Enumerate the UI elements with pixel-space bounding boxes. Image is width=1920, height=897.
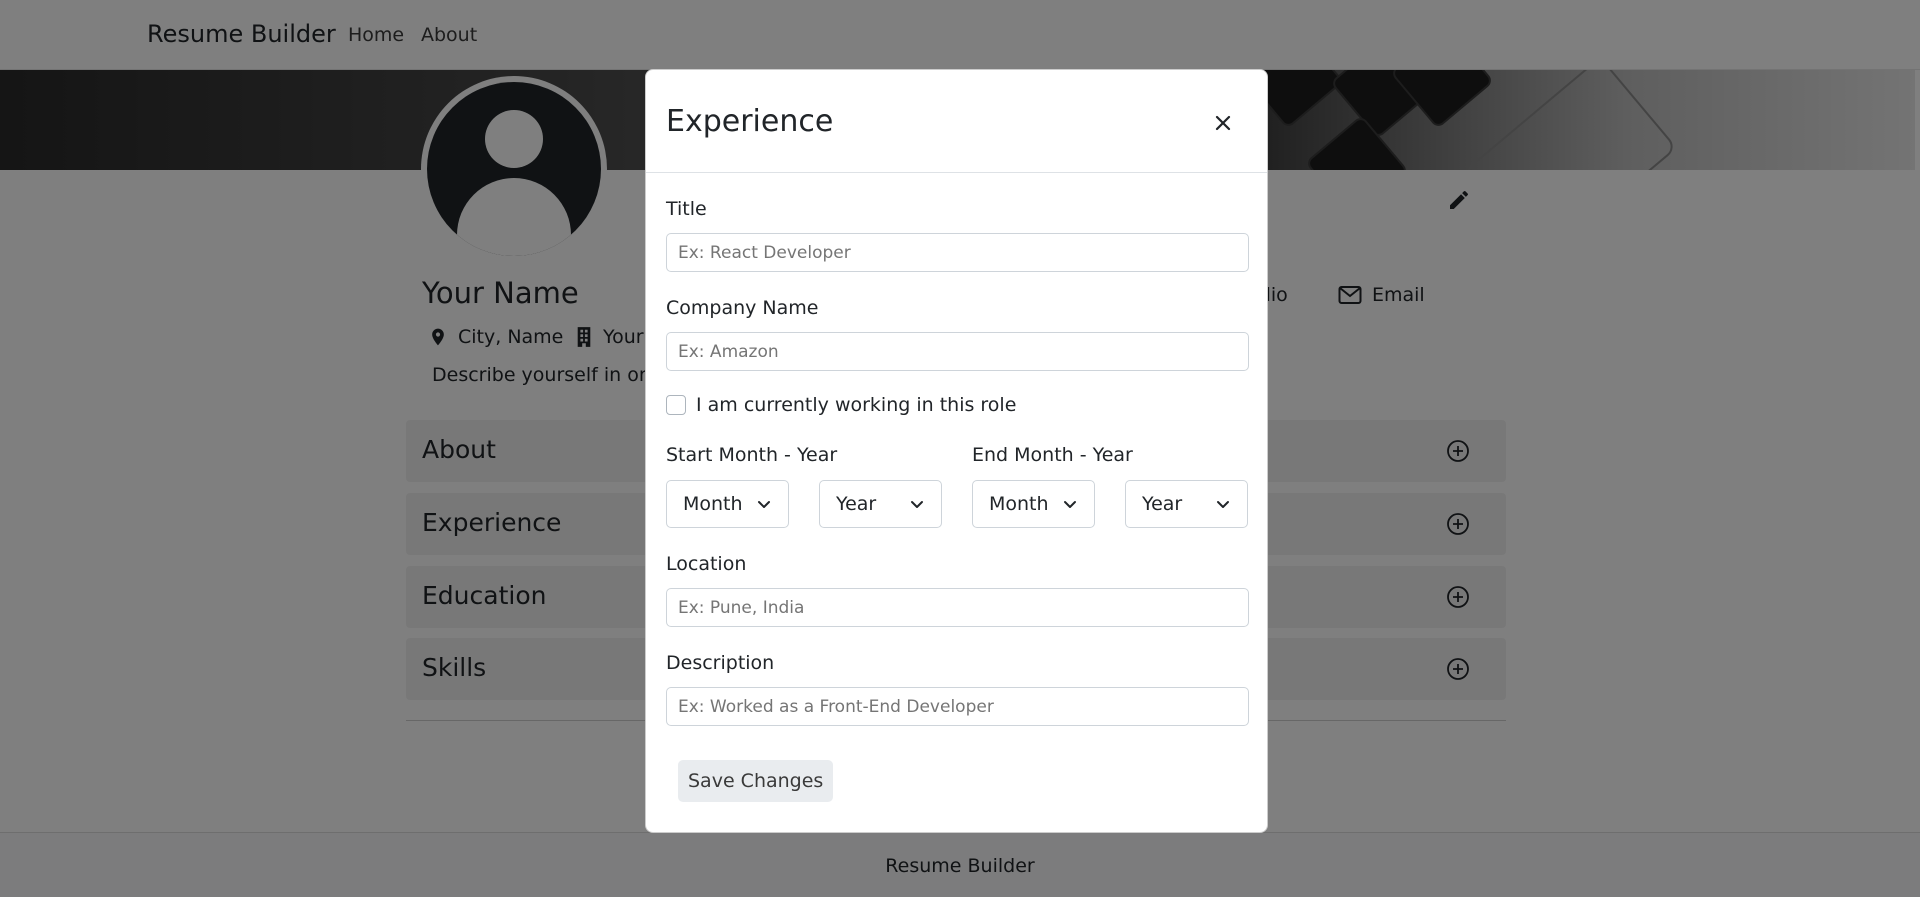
- start-month-select[interactable]: Month: [666, 480, 789, 528]
- start-year-select[interactable]: Year: [819, 480, 942, 528]
- end-month-select[interactable]: Month: [972, 480, 1095, 528]
- close-icon[interactable]: [1208, 108, 1238, 138]
- current-role-row: I am currently working in this role: [666, 394, 1016, 416]
- chevron-down-icon: [758, 501, 770, 508]
- end-month-value: Month: [989, 493, 1049, 515]
- location-input[interactable]: [666, 588, 1249, 627]
- modal-title: Experience: [666, 104, 834, 139]
- end-year-value: Year: [1142, 493, 1183, 515]
- end-date-label: End Month - Year: [972, 444, 1133, 466]
- start-year-value: Year: [836, 493, 877, 515]
- title-input[interactable]: [666, 233, 1249, 272]
- description-label: Description: [666, 652, 775, 674]
- company-label: Company Name: [666, 297, 819, 319]
- description-input[interactable]: [666, 687, 1249, 726]
- current-role-label[interactable]: I am currently working in this role: [696, 394, 1016, 416]
- start-month-value: Month: [683, 493, 743, 515]
- start-date-label: Start Month - Year: [666, 444, 838, 466]
- chevron-down-icon: [1217, 501, 1229, 508]
- location-label: Location: [666, 553, 747, 575]
- current-role-checkbox[interactable]: [666, 395, 686, 415]
- chevron-down-icon: [911, 501, 923, 508]
- end-year-select[interactable]: Year: [1125, 480, 1248, 528]
- chevron-down-icon: [1064, 501, 1076, 508]
- modal-header: Experience: [646, 70, 1267, 173]
- save-changes-button[interactable]: Save Changes: [678, 760, 834, 802]
- title-label: Title: [666, 198, 707, 220]
- company-input[interactable]: [666, 332, 1249, 371]
- experience-modal: Experience Title Company Name I am curre…: [645, 69, 1268, 833]
